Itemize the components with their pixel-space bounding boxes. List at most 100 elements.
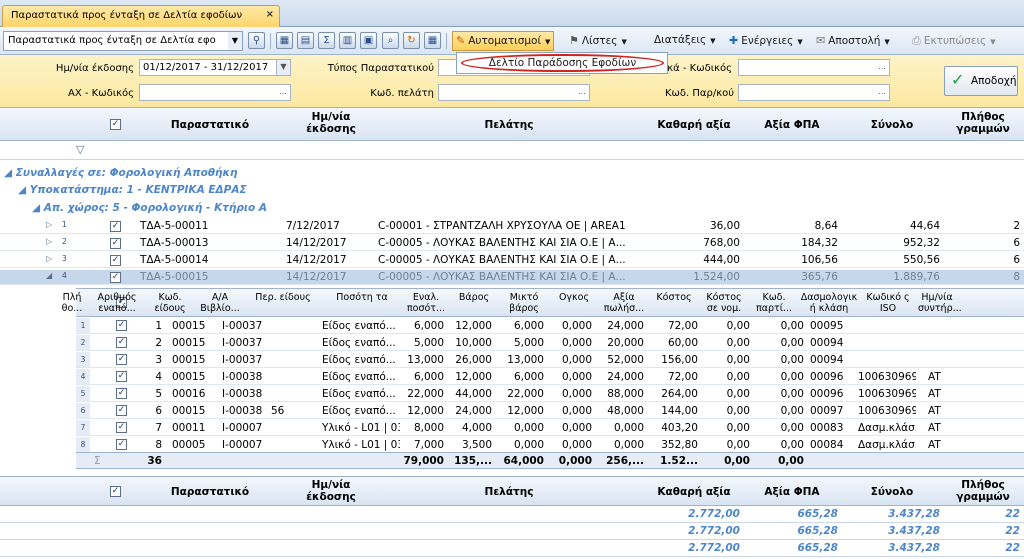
date-range-input[interactable]: 01/12/2017 - 31/12/2017 ▼ — [139, 59, 291, 76]
detail-col-header[interactable]: Ποσότη τα — [322, 292, 402, 303]
detail-row[interactable]: 4 ✓ 4 00015 I-00038 Είδος εναπό... 6,000 12,000… — [76, 369, 1024, 385]
auto-filter-row[interactable]: ▽ — [0, 141, 1024, 160]
detail-col-header[interactable]: Κωδ. είδους — [146, 292, 194, 314]
detail-cell-w: 13,000 — [507, 354, 544, 366]
cell-net: 768,00 — [703, 237, 740, 249]
carrier-input[interactable]: ... — [738, 84, 890, 101]
row-checkbox[interactable]: ✓ — [110, 238, 121, 249]
detail-col-header[interactable]: Περ. είδους — [246, 292, 320, 303]
footer-select-checkbox[interactable]: ✓ — [110, 486, 121, 497]
detail-cell-costn: 0,00 — [780, 320, 804, 332]
detail-row-checkbox[interactable]: ✓ — [116, 422, 127, 433]
ellipsis-icon[interactable]: ... — [276, 85, 290, 100]
col-header-net[interactable]: Καθαρή αξία — [646, 119, 742, 131]
automations-menu-button[interactable]: ✎ Αυτοματισμοί ▼ — [452, 31, 555, 51]
wrench-icon: ✚ — [729, 34, 739, 47]
detail-col-header[interactable]: Μικτό βάρος — [500, 292, 548, 314]
search-doc-icon[interactable]: ⌕ — [382, 32, 399, 49]
grid-export-icon[interactable]: ▣ — [360, 32, 377, 49]
table-icon[interactable]: ▦ — [276, 32, 293, 49]
table-row[interactable]: ▷ 2 ✓ ΤΔΑ-5-00013 14/12/2017 C-00005 - ΛΟΥΚΑΣ… — [0, 236, 1024, 251]
detail-col-header[interactable]: Ογκος — [550, 292, 598, 303]
table-row[interactable]: ▷ 1 ✓ ΤΔΑ-5-00011 7/12/2017 C-00001 - ΣΤΡΑΝΤΖ… — [0, 219, 1024, 234]
filter-table-icon[interactable]: ▤ — [297, 32, 314, 49]
footer-header-customer: Πελάτης — [484, 486, 534, 498]
prints-menu-button[interactable]: ⎙ Εκτυπώσεις ▼ — [912, 33, 996, 50]
actions-menu-button[interactable]: ✚ Ενέργειες ▼ — [729, 33, 803, 50]
detail-cell-lot: 00095 — [810, 320, 844, 332]
expand-icon[interactable]: ▷ — [46, 220, 52, 229]
detail-row-checkbox[interactable]: ✓ — [116, 354, 127, 365]
arrangements-menu-button[interactable]: Διατάξεις ▼ — [654, 33, 716, 50]
col-header-vat[interactable]: Αξία ΦΠΑ — [744, 119, 840, 131]
calculator-icon[interactable]: ▦ — [424, 32, 441, 49]
send-menu-button[interactable]: ✉ Αποστολή ▼ — [816, 33, 890, 50]
customer-input[interactable]: ... — [438, 84, 590, 101]
detail-cell-dep: 00015 — [172, 371, 206, 383]
menu-item-supply-delivery-note[interactable]: Δελτίο Παράδοσης Εφοδίων — [461, 54, 664, 72]
col-header-customer[interactable]: Πελάτης — [374, 119, 644, 131]
lists-menu-button[interactable]: ⚑ Λίστες ▼ — [569, 33, 627, 50]
tab-documents[interactable]: Παραστατικά προς ένταξη σε Δελτία εφοδίω… — [2, 5, 280, 27]
detail-row[interactable]: 3 ✓ 3 00015 I-00037 Είδος εναπό... 13,000 26,00… — [76, 352, 1024, 368]
col-header-total[interactable]: Σύνολο — [842, 119, 942, 131]
detail-col-header[interactable]: Κωδικό ς ISO — [860, 292, 916, 314]
table-row[interactable]: ▷ 3 ✓ ΤΔΑ-5-00014 14/12/2017 C-00005 - ΛΟΥΚΑΣ… — [0, 253, 1024, 268]
col-header-doc[interactable]: Παραστατικό — [130, 119, 290, 131]
detail-col-header[interactable]: Πλή θο... — [60, 292, 84, 314]
detail-row[interactable]: 8 ✓ 8 00005 I-00007 Υλικό - L01 | 03 7,000 3,50… — [76, 437, 1024, 453]
species-input[interactable]: ... — [738, 59, 890, 76]
accept-button[interactable]: ✓ Αποδοχή — [944, 66, 1018, 96]
ellipsis-icon[interactable]: ... — [875, 85, 889, 100]
expand-icon[interactable]: ▷ — [46, 237, 52, 246]
detail-row-checkbox[interactable]: ✓ — [116, 439, 127, 450]
refresh-icon[interactable]: ↻ — [403, 32, 420, 49]
binoculars-icon[interactable]: ⚲ — [248, 32, 265, 49]
expand-icon[interactable]: ◢ — [46, 271, 52, 280]
ax-input[interactable]: ... — [139, 84, 291, 101]
detail-col-header[interactable]: Κόστος σε νομ. — [700, 292, 748, 314]
select-all-checkbox[interactable]: ✓ — [110, 119, 121, 130]
col-header-lines[interactable]: Πλήθος γραμμών — [944, 111, 1022, 135]
detail-col-header[interactable]: Αριθμός εναπό... — [90, 292, 144, 314]
chevron-down-icon[interactable]: ▼ — [276, 60, 290, 75]
detail-row-checkbox[interactable]: ✓ — [116, 371, 127, 382]
detail-col-header[interactable]: Αξία πωλήσ... — [600, 292, 648, 314]
detail-row-checkbox[interactable]: ✓ — [116, 388, 127, 399]
group-row-branch[interactable]: ◢ Υποκατάστημα: 1 - ΚΕΝΤΡΙΚΑ ΕΔΡΑΣ — [18, 184, 247, 196]
col-header-date[interactable]: Ημ/νία έκδοσης — [292, 111, 370, 135]
sum-table-icon[interactable]: Σ — [318, 32, 335, 49]
detail-row[interactable]: 5 ✓ 5 00016 I-00038 Είδος εναπό... 22,000 44,00… — [76, 386, 1024, 402]
expand-icon[interactable]: ▷ — [46, 254, 52, 263]
group-row-space[interactable]: ◢ Απ. χώρος: 5 - Φορολογική - Κτήριο Α — [32, 202, 267, 214]
group-row-transactions[interactable]: ◢ Συναλλαγές σε: Φορολογική Αποθήκη — [4, 167, 237, 179]
filter-icon[interactable]: ▽ — [76, 143, 84, 156]
view-select[interactable]: Παραστατικά προς ένταξη σε Δελτία εφο ▼ — [3, 31, 243, 51]
detail-col-header[interactable]: Κόστος — [650, 292, 698, 303]
detail-col-header[interactable]: Ημ/νία συντήρ... — [918, 292, 962, 314]
close-icon[interactable]: × — [266, 9, 274, 20]
ellipsis-icon[interactable]: ... — [875, 60, 889, 75]
detail-col-header[interactable]: Εναλ. ποσότ... — [404, 292, 448, 314]
row-checkbox[interactable]: ✓ — [110, 221, 121, 232]
detail-row-checkbox[interactable]: ✓ — [116, 337, 127, 348]
row-checkbox[interactable]: ✓ — [110, 272, 121, 283]
ellipsis-icon[interactable]: ... — [575, 85, 589, 100]
table-row[interactable]: ◢ 4 ✓ ΤΔΑ-5-00015 14/12/2017 C-00005 - ΛΟΥΚΑΣ… — [0, 270, 1024, 285]
detail-row[interactable]: 2 ✓ 2 00015 I-00037 Είδος εναπό... 5,000 10,000… — [76, 335, 1024, 351]
detail-row[interactable]: 6 ✓ 6 00015 I-00038 56 Είδος εναπό... 12,000 24,… — [76, 403, 1024, 419]
detail-col-header[interactable]: Δασμολογικ ή κλάση — [800, 292, 858, 314]
row-checkbox[interactable]: ✓ — [110, 255, 121, 266]
detail-cell-val: 352,80 — [661, 439, 698, 451]
detail-cell-cost: 0,00 — [726, 388, 750, 400]
detail-row-checkbox[interactable]: ✓ — [116, 320, 127, 331]
columns-icon[interactable]: ▥ — [339, 32, 356, 49]
detail-row[interactable]: 7 ✓ 7 00011 I-00007 Υλικό - L01 | 03 8,000 4,00… — [76, 420, 1024, 436]
detail-row[interactable]: 1 ✓ 1 00015 I-00037 Είδος εναπό... 6,000 12,000… — [76, 318, 1024, 334]
detail-col-header[interactable]: Κωδ. παρτί... — [750, 292, 798, 314]
detail-col-header[interactable]: Α/Α Βιβλίο... — [196, 292, 244, 314]
detail-cell-desc: Είδος εναπό... — [322, 354, 396, 366]
detail-cell-alt: 10,000 — [455, 337, 492, 349]
detail-col-header[interactable]: Βάρος — [450, 292, 498, 303]
detail-row-checkbox[interactable]: ✓ — [116, 405, 127, 416]
